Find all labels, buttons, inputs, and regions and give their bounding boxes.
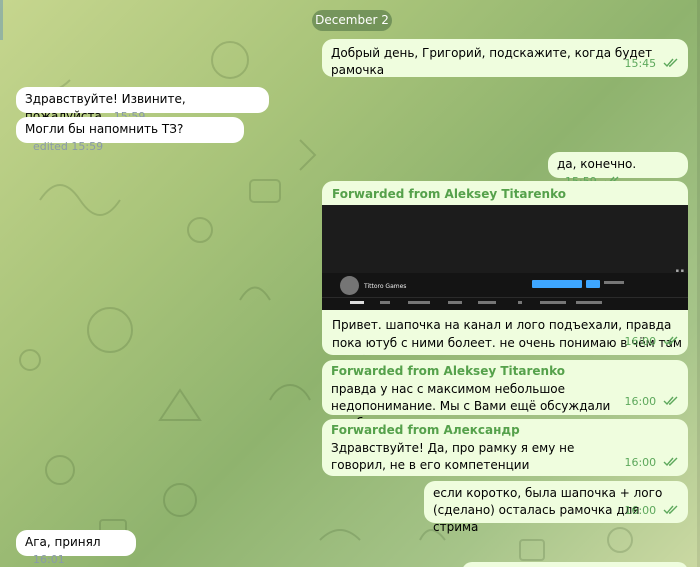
channel-extra — [604, 281, 624, 284]
preview-mini-label: ▪ ▪ — [675, 268, 684, 274]
manage-videos-button — [586, 280, 600, 288]
forwarded-from[interactable]: Forwarded from Aleksey Titarenko — [322, 186, 688, 203]
tab-stats — [576, 301, 602, 304]
youtube-channel-preview[interactable]: ▪ ▪ Tittoro Games — [322, 205, 688, 310]
channel-name: Tittoro Games — [364, 283, 407, 290]
message-forwarded[interactable]: Forwarded from Aleksey Titarenko ▪ ▪ Tit… — [322, 181, 688, 355]
message-edited-time: edited 15:59 — [33, 140, 103, 153]
double-check-icon — [663, 505, 678, 515]
message-text: Ага, принял — [25, 535, 101, 549]
message-meta: 16:00 — [624, 454, 679, 471]
tab-about — [478, 301, 496, 304]
message-outgoing[interactable]: Добрый день, Григорий, подскажите, когда… — [322, 39, 688, 77]
channel-tabs — [322, 297, 688, 310]
message-meta: 16:00 — [624, 393, 679, 410]
message-forwarded[interactable]: Forwarded from Александр Здравствуйте! Д… — [322, 419, 688, 476]
tab-popular — [540, 301, 566, 304]
edited-label: edited — [33, 140, 68, 153]
double-check-icon — [663, 396, 678, 406]
customize-channel-button — [532, 280, 582, 288]
message-time: 16:01 — [33, 553, 65, 566]
tab-videos — [380, 301, 390, 304]
message-incoming[interactable]: Здравствуйте! Извините, пожалуйста 15:59 — [16, 87, 269, 123]
message-meta: 15:45 — [624, 55, 679, 72]
channel-avatar — [340, 276, 359, 295]
message-text: да, конечно. — [557, 157, 637, 171]
message-text: Добрый день, Григорий, подскажите, когда… — [331, 46, 653, 77]
message-time: 15:45 — [624, 57, 657, 70]
tab-channels — [448, 301, 462, 304]
channel-banner — [322, 205, 688, 273]
message-meta: 16:00 — [624, 502, 679, 519]
message-outgoing-partial[interactable] — [462, 562, 688, 567]
message-time: 15:59 — [71, 140, 104, 153]
double-check-icon — [663, 58, 678, 68]
date-separator: December 2 — [312, 10, 392, 31]
forwarded-from[interactable]: Forwarded from Aleksey Titarenko — [331, 363, 679, 380]
forwarded-from[interactable]: Forwarded from Александр — [331, 422, 679, 439]
message-outgoing[interactable]: да, конечно. 15:59 — [548, 152, 688, 188]
double-check-icon — [663, 336, 678, 346]
tab-main — [350, 301, 364, 304]
message-time: 16:00 — [624, 456, 657, 469]
message-incoming[interactable]: Могли бы напомнить ТЗ? edited 15:59 — [16, 117, 244, 153]
message-meta: 16:00 — [624, 333, 679, 350]
message-outgoing[interactable]: если коротко, была шапочка + лого (сдела… — [424, 481, 688, 534]
message-time: 16:00 — [624, 395, 657, 408]
double-check-icon — [663, 457, 678, 467]
message-incoming[interactable]: Ага, принял 16:01 — [16, 530, 136, 566]
message-time: 16:00 — [624, 504, 657, 517]
message-text: Здравствуйте! Да, про рамку я ему не гов… — [331, 441, 575, 472]
message-time: 16:00 — [624, 335, 657, 348]
message-forwarded[interactable]: Forwarded from Aleksey Titarenko правда … — [322, 360, 688, 430]
tab-search — [518, 301, 522, 304]
tab-playlists — [408, 301, 430, 304]
sidebar-edge — [0, 0, 3, 40]
message-text: Могли бы напомнить ТЗ? — [25, 122, 184, 136]
